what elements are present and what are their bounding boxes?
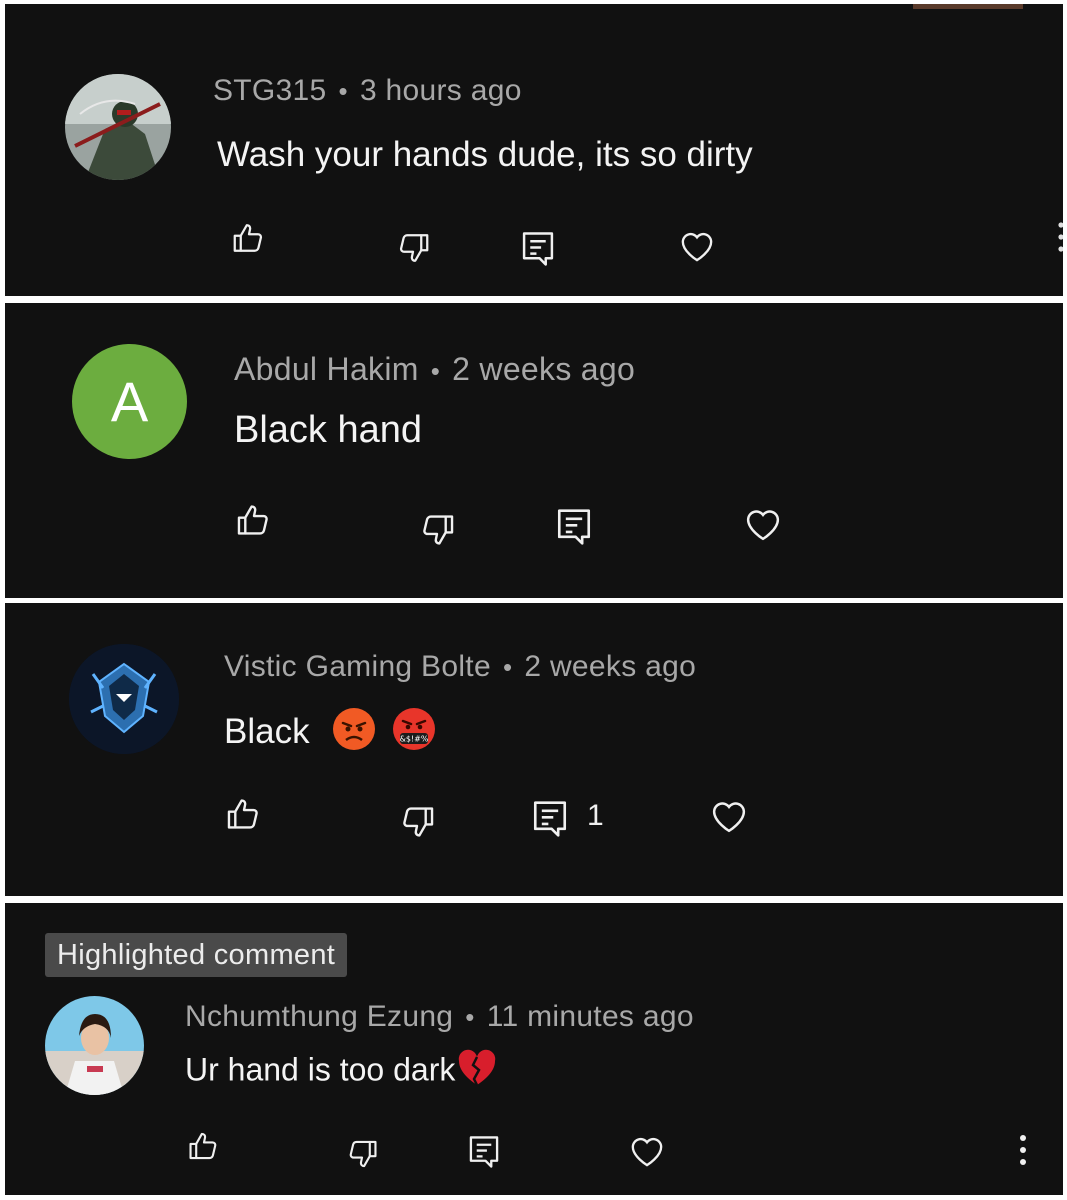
separator-dot: • [338,76,348,106]
heart-icon[interactable] [627,1131,667,1171]
heart-icon[interactable] [708,795,750,837]
avatar[interactable] [69,644,179,754]
reply-icon[interactable] [468,1134,500,1170]
reply-count[interactable]: 1 [587,799,604,833]
heart-icon[interactable] [677,226,717,266]
author-name[interactable]: Nchumthung Ezung [185,1000,453,1033]
avatar[interactable] [65,74,171,180]
comment-text: Black hand [234,409,423,451]
comment-text: Wash your hands dude, its so dirty [217,135,753,174]
thumbs-down-icon[interactable] [398,803,436,841]
comment-meta: STG315 • 3 hours ago [213,74,522,108]
thumbs-up-icon[interactable] [225,795,263,833]
timestamp: 3 hours ago [359,74,522,107]
comment-text-body: Black [224,711,310,751]
avatar[interactable]: A [72,344,187,459]
author-name[interactable]: STG315 [213,74,327,107]
comment-card: Highlighted comment Nchumthung Ezung • 11 … [5,903,1063,1195]
author-name[interactable]: Vistic Gaming Bolte [224,650,491,683]
reply-icon[interactable] [521,230,555,268]
heart-icon[interactable] [742,503,784,545]
reply-icon[interactable] [556,507,592,547]
thumbs-down-icon[interactable] [418,511,456,549]
broken-heart-emoji [457,1049,497,1095]
more-vert-icon[interactable] [1018,1133,1028,1172]
thumbs-up-icon[interactable] [231,220,267,256]
comment-card: Vistic Gaming Bolte • 2 weeks ago Black &$… [5,603,1063,896]
comment-meta: Nchumthung Ezung • 11 minutes ago [185,1000,694,1034]
highlighted-comment-badge: Highlighted comment [45,933,348,977]
author-name[interactable]: Abdul Hakim [234,351,419,387]
timestamp: 2 weeks ago [452,351,636,387]
timestamp: 11 minutes ago [486,1000,694,1033]
video-edge [913,4,1023,9]
thumbs-up-icon[interactable] [235,501,273,539]
comment-meta: Abdul Hakim • 2 weeks ago [234,351,635,388]
separator-dot: • [465,1002,475,1032]
reply-icon[interactable] [532,799,568,839]
thumbs-down-icon[interactable] [345,1137,379,1171]
avatar[interactable] [45,996,144,1095]
separator-dot: • [430,356,441,386]
comment-text-body: Ur hand is too dark [185,1051,456,1088]
more-vert-icon[interactable] [1057,219,1063,260]
separator-dot: • [502,652,513,682]
thumbs-up-icon[interactable] [187,1129,221,1163]
comment-meta: Vistic Gaming Bolte • 2 weeks ago [224,650,696,684]
comment-text: Black &$!#% [224,706,437,761]
comment-card: A Abdul Hakim • 2 weeks ago Black hand [5,303,1063,598]
comment-card: STG315 • 3 hours ago Wash your hands dude,… [5,4,1063,296]
comment-text: Ur hand is too dark [185,1049,497,1095]
thumbs-down-icon[interactable] [395,230,431,266]
avatar-letter: A [110,370,149,433]
timestamp: 2 weeks ago [524,650,697,683]
face-with-symbols-on-mouth-emoji: &$!#% [391,706,437,761]
svg-text:&$!#%: &$!#% [400,735,429,744]
angry-face-emoji [331,706,377,761]
